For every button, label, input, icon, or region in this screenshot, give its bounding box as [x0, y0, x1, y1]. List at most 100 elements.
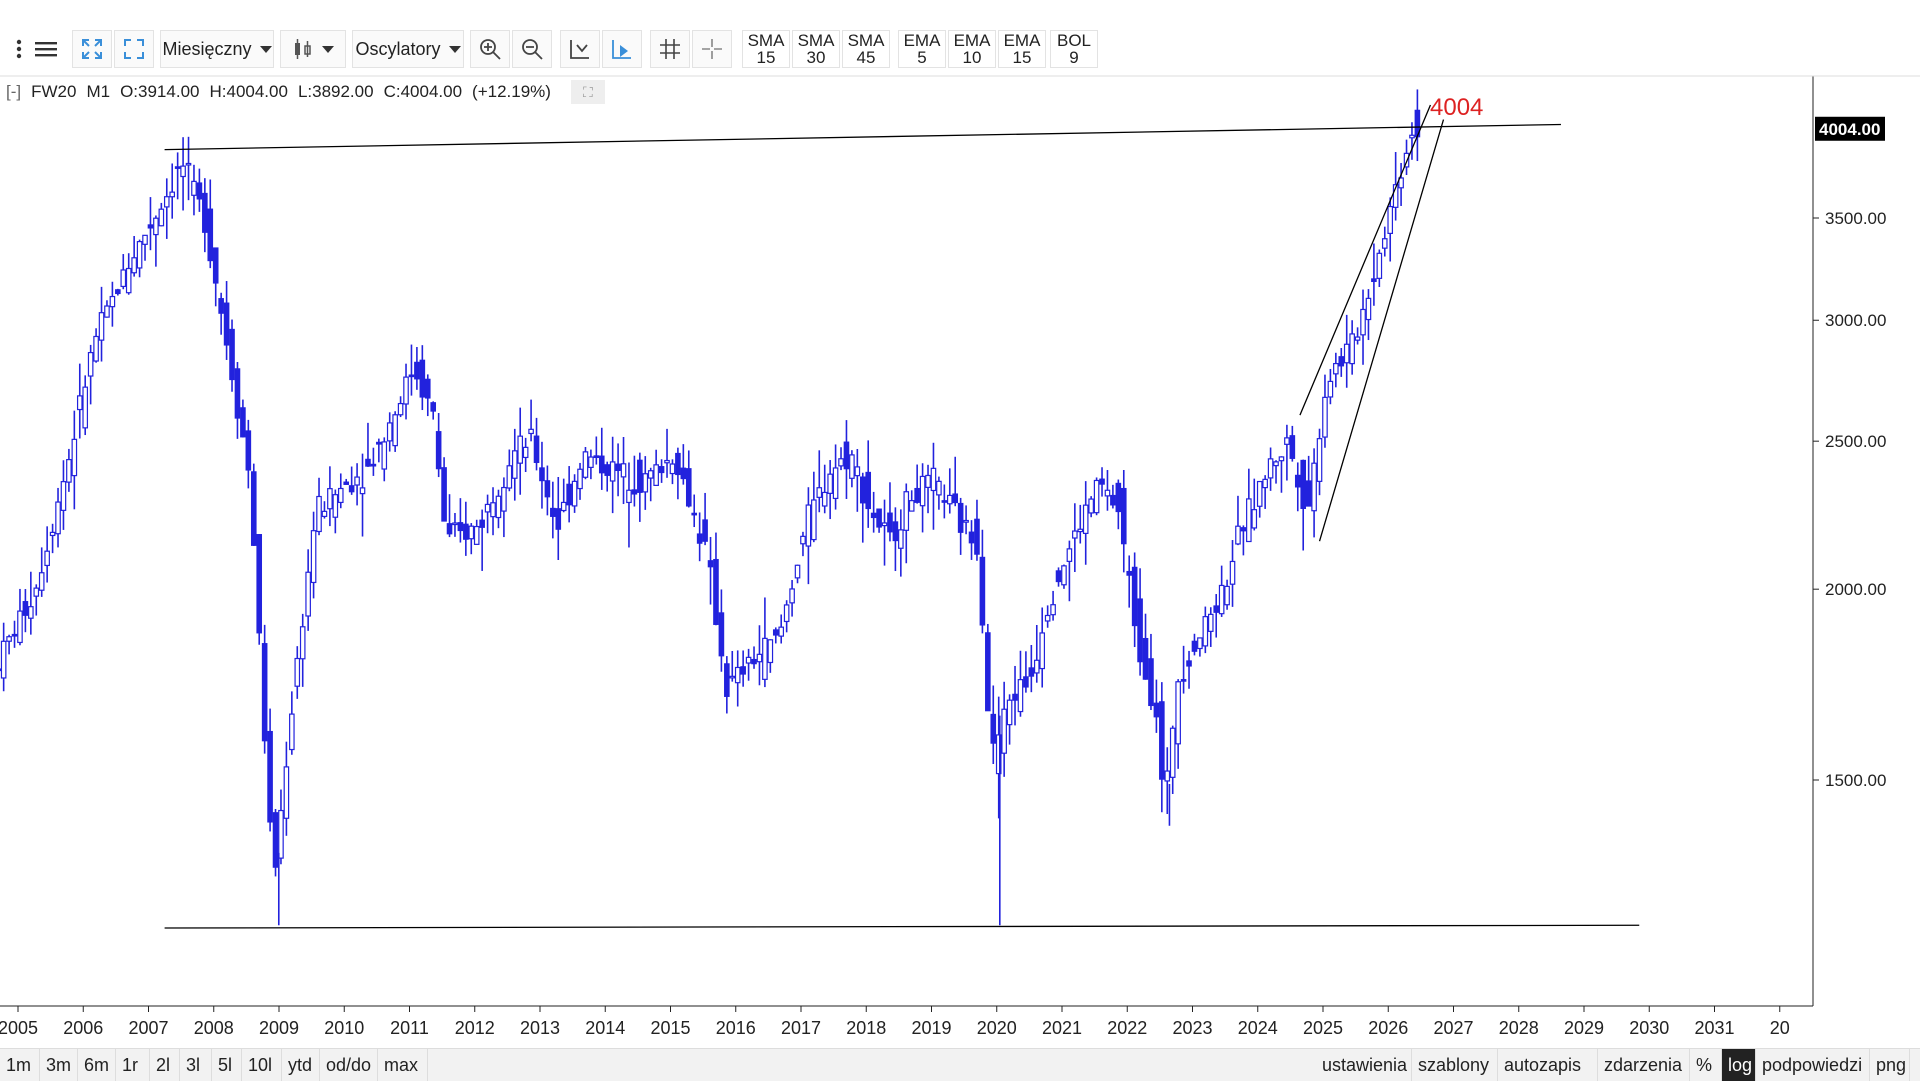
- grid-icon[interactable]: [650, 30, 690, 68]
- candle-body: [295, 659, 299, 687]
- y-tick-label: 2500.00: [1825, 432, 1886, 451]
- candle-body: [513, 451, 517, 478]
- option-button-podpowiedzi[interactable]: podpowiedzi: [1756, 1049, 1870, 1081]
- candle-body: [1192, 641, 1196, 651]
- candle-body: [784, 605, 788, 622]
- range-button-2l[interactable]: 2l: [150, 1049, 180, 1081]
- indicator-name: SMA: [848, 32, 885, 49]
- candle-body: [627, 490, 631, 502]
- x-tick-label: 2031: [1694, 1018, 1734, 1038]
- candle-body: [746, 657, 750, 663]
- oscillators-select[interactable]: Oscylatory: [352, 30, 464, 68]
- candle-body: [1165, 771, 1169, 781]
- candle-body: [719, 613, 723, 656]
- x-tick-label: 2005: [0, 1018, 38, 1038]
- chart-type-select[interactable]: [280, 30, 346, 68]
- candle-body: [610, 462, 614, 481]
- candle-body: [583, 452, 587, 477]
- candle-body: [1138, 599, 1142, 662]
- x-tick-label: 2026: [1368, 1018, 1408, 1038]
- candle-body: [1024, 677, 1028, 687]
- range-button-3m[interactable]: 3m: [40, 1049, 78, 1081]
- candle-body: [1236, 526, 1240, 544]
- candle-body: [1094, 480, 1098, 512]
- indicator-button-bol-9[interactable]: BOL9: [1050, 30, 1098, 68]
- candle-body: [78, 396, 82, 410]
- candle-body: [920, 476, 924, 505]
- zoom-out-icon[interactable]: [512, 30, 552, 68]
- more-vertical-icon[interactable]: [8, 30, 30, 68]
- indicator-button-ema-10[interactable]: EMA10: [948, 30, 996, 68]
- candle-body: [991, 714, 995, 743]
- indicator-period: 9: [1069, 49, 1078, 66]
- crosshair-icon[interactable]: [692, 30, 732, 68]
- last-price-label: 4004.00: [1819, 120, 1880, 139]
- option-button-ustawienia[interactable]: ustawienia: [1316, 1049, 1412, 1081]
- option-button-szablony[interactable]: szablony: [1412, 1049, 1498, 1081]
- option-button-percent[interactable]: %: [1690, 1049, 1722, 1081]
- candle-body: [681, 468, 685, 478]
- indicator-name: EMA: [904, 32, 941, 49]
- menu-icon[interactable]: [32, 30, 60, 68]
- y-tick-label: 1500.00: [1825, 771, 1886, 790]
- candle-body: [1230, 561, 1234, 584]
- candle-body: [1062, 566, 1066, 585]
- option-button-log[interactable]: log: [1722, 1049, 1756, 1081]
- candle-body: [1116, 483, 1120, 511]
- candle-body: [480, 520, 484, 527]
- candle-body: [344, 482, 348, 484]
- x-tick-label: 2012: [455, 1018, 495, 1038]
- candle-body: [567, 484, 571, 504]
- candle-body: [181, 166, 185, 176]
- range-button-3l[interactable]: 3l: [180, 1049, 212, 1081]
- interval-select[interactable]: Miesięczny: [160, 30, 274, 68]
- fullscreen-icon[interactable]: [114, 30, 154, 68]
- candle-body: [436, 432, 440, 469]
- candle-body: [806, 505, 810, 546]
- range-button-5l[interactable]: 5l: [212, 1049, 242, 1081]
- range-button-od-do[interactable]: od/do: [320, 1049, 378, 1081]
- zoom-in-icon[interactable]: [470, 30, 510, 68]
- option-button-zdarzenia[interactable]: zdarzenia: [1598, 1049, 1690, 1081]
- candle-body: [61, 482, 65, 511]
- candle-body: [687, 469, 691, 506]
- candle-body: [1073, 531, 1077, 538]
- candle-body: [23, 602, 27, 616]
- option-button-png[interactable]: png: [1870, 1049, 1910, 1081]
- range-button-6m[interactable]: 6m: [78, 1049, 116, 1081]
- trendline-support: [165, 925, 1640, 928]
- range-button-1r[interactable]: 1r: [116, 1049, 150, 1081]
- expand-icon[interactable]: [72, 30, 112, 68]
- candle-body: [948, 495, 952, 503]
- option-button-autozapis[interactable]: autozapis: [1498, 1049, 1598, 1081]
- range-button-10l[interactable]: 10l: [242, 1049, 282, 1081]
- price-chart[interactable]: 1500.002000.002500.003000.003500.0020052…: [0, 75, 1920, 1048]
- indicator-button-sma-15[interactable]: SMA15: [742, 30, 790, 68]
- candle-body: [1154, 703, 1158, 717]
- range-button-ytd[interactable]: ytd: [282, 1049, 320, 1081]
- chevron-down-icon: [449, 46, 461, 53]
- candle-body: [545, 481, 549, 497]
- candle-body: [1410, 135, 1414, 138]
- indicator-button-sma-30[interactable]: SMA30: [792, 30, 840, 68]
- range-button-max[interactable]: max: [378, 1049, 428, 1081]
- candle-body: [257, 535, 261, 633]
- candle-body: [453, 523, 457, 525]
- scroll-end-icon[interactable]: [602, 30, 642, 68]
- x-tick-label: 2018: [846, 1018, 886, 1038]
- candle-body: [273, 813, 277, 867]
- indicator-button-ema-5[interactable]: EMA5: [898, 30, 946, 68]
- candle-body: [398, 404, 402, 415]
- indicator-button-sma-45[interactable]: SMA45: [842, 30, 890, 68]
- indicator-button-ema-15[interactable]: EMA15: [998, 30, 1046, 68]
- candle-body: [1105, 490, 1109, 496]
- candle-body: [1056, 571, 1060, 582]
- candle-body: [893, 522, 897, 541]
- scroll-start-icon[interactable]: [560, 30, 600, 68]
- candle-body: [214, 248, 218, 283]
- range-button-1m[interactable]: 1m: [0, 1049, 40, 1081]
- candle-body: [1045, 615, 1049, 620]
- candle-body: [170, 192, 174, 197]
- candle-body: [752, 660, 756, 664]
- trendline-resistance: [165, 124, 1561, 149]
